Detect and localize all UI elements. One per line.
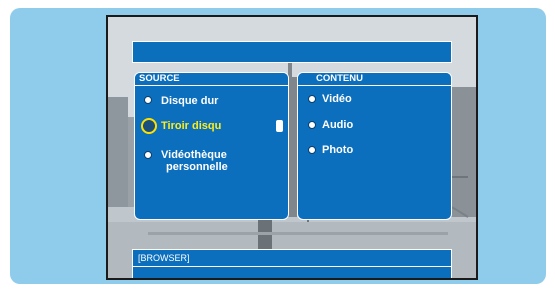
scroll-arrow-icon[interactable] [276, 120, 283, 132]
content-item-label: Vidéo [322, 93, 352, 105]
content-item-photo[interactable]: Photo [298, 144, 451, 158]
status-bar: [BROWSER] [132, 249, 452, 278]
radio-dot-icon [144, 96, 152, 104]
radio-dot-icon [144, 151, 152, 159]
content-item-audio[interactable]: Audio [298, 119, 451, 133]
content-item-label: Audio [322, 119, 354, 131]
content-panel-header: CONTENU [298, 73, 451, 86]
source-item-disque-dur[interactable]: Disque dur [135, 93, 288, 107]
radio-dot-icon [308, 121, 316, 129]
radio-dot-icon [308, 146, 316, 154]
source-item-label-line2: personnelle [166, 161, 228, 173]
status-bar-divider [133, 266, 451, 267]
status-bar-label: [BROWSER] [138, 253, 190, 263]
source-panel-header: SOURCE [135, 73, 288, 86]
content-item-video[interactable]: Vidéo [298, 93, 451, 107]
source-item-label: Tiroir disqu [161, 120, 222, 132]
content-panel: CONTENU Vidéo Audio Photo [297, 72, 452, 220]
radio-dot-icon [308, 95, 316, 103]
selected-radio-icon [141, 118, 157, 134]
source-item-videotheque[interactable]: Vidéothèque personnelle [135, 148, 288, 176]
source-panel: SOURCE Disque dur Tiroir disqu Vidéothèq… [134, 72, 289, 220]
source-item-label-line1: Vidéothèque [161, 149, 227, 161]
source-item-tiroir-disque[interactable]: Tiroir disqu [135, 117, 288, 135]
title-bar [132, 41, 452, 63]
tv-screen: SOURCE Disque dur Tiroir disqu Vidéothèq… [106, 15, 478, 280]
content-item-label: Photo [322, 144, 354, 156]
source-item-label: Disque dur [161, 95, 219, 107]
